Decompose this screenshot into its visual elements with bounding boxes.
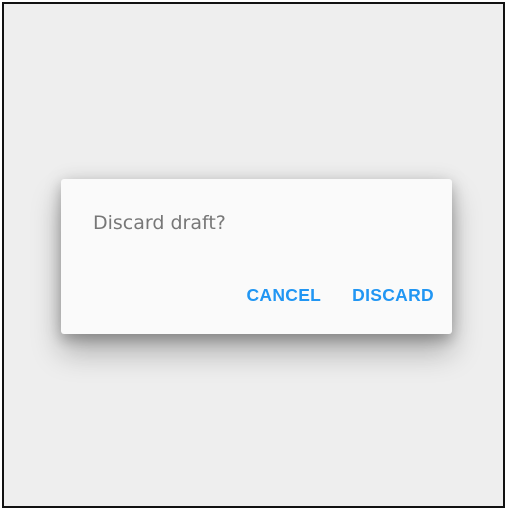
discard-button[interactable]: DISCARD — [352, 285, 434, 306]
dialog-message: Discard draft? — [93, 212, 226, 234]
dialog-actions: CANCEL DISCARD — [246, 285, 434, 306]
screen: Discard draft? CANCEL DISCARD — [2, 2, 505, 508]
discard-draft-dialog: Discard draft? CANCEL DISCARD — [61, 179, 452, 334]
cancel-button[interactable]: CANCEL — [246, 285, 321, 306]
